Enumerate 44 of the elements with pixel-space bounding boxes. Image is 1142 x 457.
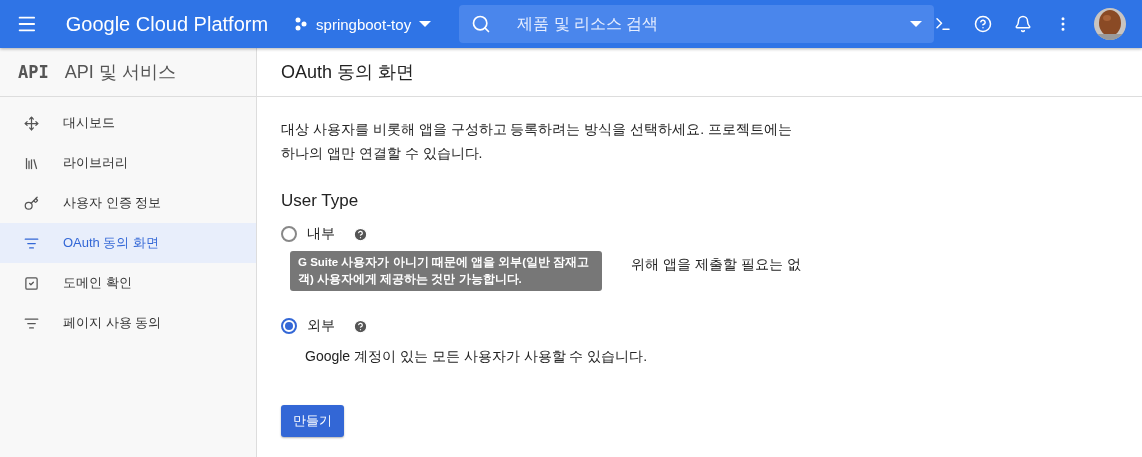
item-label: 라이브러리 xyxy=(63,154,128,172)
section-heading: User Type xyxy=(281,191,360,211)
option-description: Google 계정이 있는 모든 사용자가 사용할 수 있습니다. xyxy=(305,347,648,366)
project-selector[interactable]: springboot-toy xyxy=(290,11,436,37)
sidebar-item[interactable]: 라이브러리 xyxy=(0,143,256,183)
project-icon xyxy=(294,17,309,31)
option-label: 외부 xyxy=(307,317,335,335)
option-label: 내부 xyxy=(307,225,335,243)
search-field[interactable]: 제품 및 리소스 검색 xyxy=(515,14,886,34)
search-icon xyxy=(471,14,492,34)
radio-button[interactable] xyxy=(281,226,297,242)
option-description: 위해 앱을 제출할 필요는 없 xyxy=(631,255,801,274)
page-title: OAuth 동의 화면 xyxy=(281,61,415,84)
item-label: 도메인 확인 xyxy=(63,274,132,292)
sidebar-item[interactable]: 대시보드 xyxy=(0,103,256,143)
app-title: Google Cloud Platform xyxy=(65,12,269,36)
bell-icon[interactable] xyxy=(1014,15,1032,33)
api-logo: API xyxy=(18,62,49,82)
section-title: API 및 서비스 xyxy=(64,61,176,84)
create-button[interactable]: 만들기 xyxy=(281,405,344,437)
list-icon xyxy=(24,235,39,251)
library-icon xyxy=(24,155,39,171)
terminal-icon[interactable] xyxy=(934,15,952,33)
item-label: 사용자 인증 정보 xyxy=(63,194,162,212)
radio-button[interactable] xyxy=(281,318,297,334)
item-label: 페이지 사용 동의 xyxy=(63,314,162,332)
tooltip: G Suite 사용자가 아니기 때문에 앱을 외부(일반 잠재고객) 사용자에게 제공하는 것만 가능합니다. xyxy=(290,251,602,291)
help-icon[interactable] xyxy=(353,318,368,334)
sidebar-item[interactable]: 사용자 인증 정보 xyxy=(0,183,256,223)
sidebar-item[interactable]: 페이지 사용 동의 xyxy=(0,303,256,343)
item-label: 대시보드 xyxy=(63,114,115,132)
sidebar-item[interactable]: OAuth 동의 화면 xyxy=(0,223,256,263)
dashboard-icon xyxy=(24,115,39,131)
checkbox-icon xyxy=(24,275,39,291)
list-icon xyxy=(24,315,39,331)
key-icon xyxy=(24,195,39,211)
sidebar-item[interactable]: 도메인 확인 xyxy=(0,263,256,303)
search-bar[interactable]: 제품 및 리소스 검색 xyxy=(459,5,934,43)
help-icon[interactable] xyxy=(974,15,992,33)
dropdown-icon xyxy=(910,21,922,27)
intro-text: 대상 사용자를 비롯해 앱을 구성하고 등록하려는 방식을 선택하세요. 프로젝트에는 하나의 앱만 연결할 수 있습니다. xyxy=(281,120,793,163)
item-label: OAuth 동의 화면 xyxy=(63,234,160,252)
help-icon[interactable] xyxy=(353,226,368,242)
dropdown-icon xyxy=(419,21,432,27)
